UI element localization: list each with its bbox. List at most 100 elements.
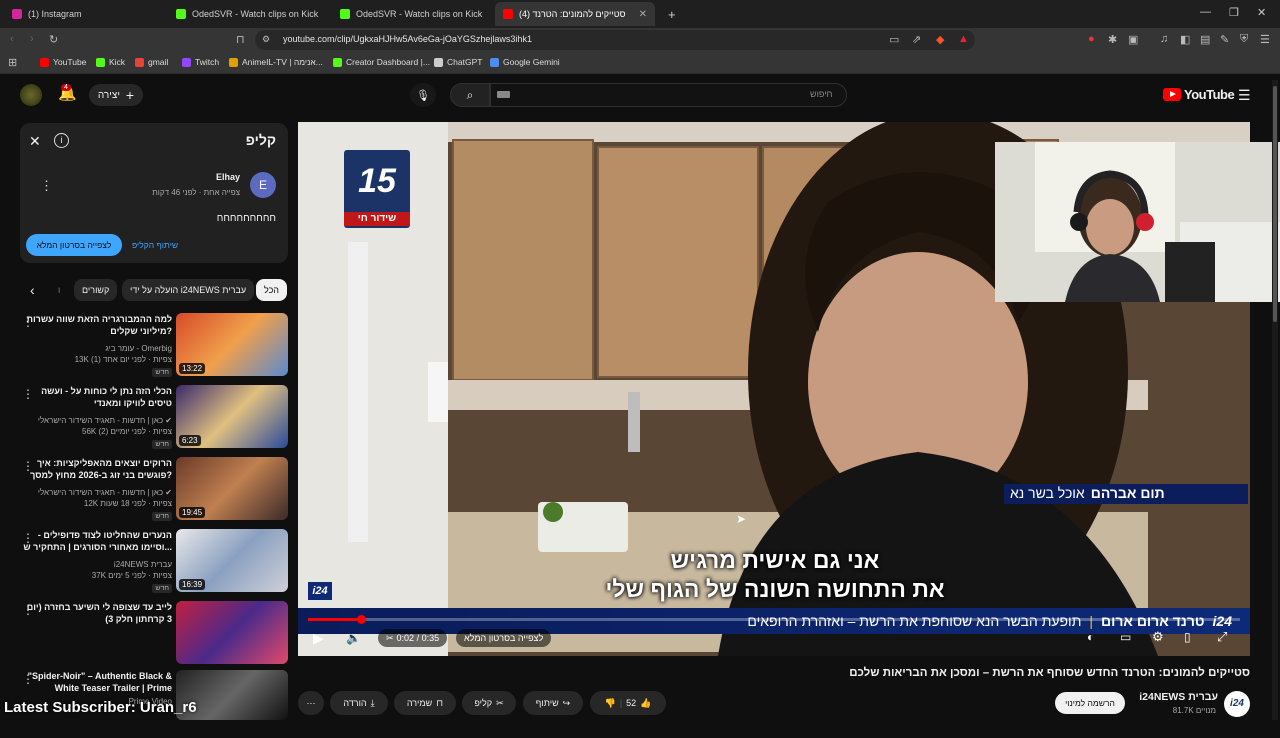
chip-related[interactable]: קשורים [74, 279, 118, 301]
search-input[interactable] [490, 83, 847, 107]
play-icon[interactable]: ▶ [313, 630, 324, 647]
bookmark-icon[interactable]: ⊓ [236, 33, 245, 46]
tab-kick-1[interactable]: OdedSVR - Watch clips on Kick [168, 2, 328, 26]
clip-author[interactable]: Elhay [160, 172, 240, 182]
minimize-icon[interactable]: — [1200, 6, 1211, 18]
bookmark-chatgpt[interactable]: ChatGPT [434, 57, 482, 67]
chip-all[interactable]: הכל [256, 279, 288, 301]
apps-grid-icon[interactable]: ⊞ [8, 56, 17, 69]
chip-label: הכל [264, 285, 280, 295]
list-item[interactable]: ⋮ 16:39 הנערים שהחליטו לצוד פדופילים - ו… [0, 529, 290, 597]
download-button[interactable]: הורדה ⤓ [330, 691, 388, 715]
tab-label: OdedSVR - Watch clips on Kick [356, 9, 483, 19]
bookmark-gmail[interactable]: gmail [135, 57, 168, 67]
avatar[interactable] [20, 84, 42, 106]
share-button[interactable]: שיתוף ↪ [523, 691, 583, 715]
video-channel[interactable]: כאן | חדשות - תאגיד השידור הישראלי ✔ [12, 487, 172, 498]
settings-gear-icon[interactable]: ⚙ [1152, 629, 1164, 645]
like-icon[interactable]: 👍 [640, 698, 651, 709]
tab-youtube-active[interactable]: סטייקים להמונים: הטרנד (4) ✕ [495, 2, 655, 26]
channel-name[interactable]: i24NEWS עברית [1110, 691, 1218, 703]
chips-scroll-left-icon[interactable]: ‹ [30, 282, 35, 298]
like-dislike-button[interactable]: 👎 | 52 👍 [590, 691, 666, 715]
list-item[interactable]: ⋮ לייב עד שצופה לי השיער בחזרה (יום 3 קר… [0, 601, 290, 669]
dislike-icon[interactable]: 👎 [605, 698, 616, 709]
wallet-icon[interactable]: ▤ [1200, 33, 1210, 46]
share-clip-link[interactable]: שיתוף הקליפ [132, 240, 192, 250]
bookmark-kick[interactable]: Kick [96, 57, 125, 67]
tab-instagram[interactable]: (1) Instagram [4, 2, 164, 26]
bookmark-animeil[interactable]: AnimeIL-TV | אנימה... [229, 57, 323, 67]
video-thumbnail[interactable]: 13:22 [176, 313, 288, 376]
vpn-icon[interactable]: ⛨ [1240, 33, 1248, 46]
forward-icon[interactable]: › [30, 33, 34, 45]
leo-icon[interactable]: ✎ [1220, 33, 1229, 46]
close-tab-icon[interactable]: ✕ [639, 9, 647, 20]
list-item[interactable]: ⋮ 6:23 הכלי הזה נתן לי כוחות על - ועשה ט… [0, 385, 290, 453]
autoplay-toggle-icon[interactable]: ◐ [1087, 630, 1094, 644]
create-button[interactable]: יצירה + [89, 84, 143, 106]
video-title[interactable]: לייב עד שצופה לי השיער בחזרה (יום 3 קרחת… [22, 601, 172, 625]
video-thumbnail[interactable] [176, 601, 288, 664]
site-info-icon[interactable]: ⚙ [262, 34, 270, 45]
hamburger-menu-icon[interactable]: ☰ [1238, 87, 1251, 104]
rewards-icon[interactable]: ▲ [958, 33, 969, 45]
screenshot-icon[interactable]: ▣ [1128, 33, 1138, 46]
new-tab-button[interactable]: + [660, 2, 684, 26]
bookmark-creator-dashboard[interactable]: Creator Dashboard |... [333, 57, 430, 67]
brave-shield-icon[interactable]: ◆ [936, 33, 944, 46]
save-button[interactable]: שמירה ⊓ [394, 691, 456, 715]
video-title[interactable]: הכלי הזה נתן לי כוחות על - ועשה טיסים לו… [22, 385, 172, 409]
cast-icon[interactable]: ▭ [889, 33, 899, 46]
close-window-icon[interactable]: ✕ [1257, 6, 1266, 19]
list-item[interactable]: ⋮ 13:22 למה ההמבורגריה הזאת שווה עשרות מ… [0, 313, 290, 381]
more-actions-button[interactable]: ⋯ [298, 691, 324, 715]
video-thumbnail[interactable]: 6:23 [176, 385, 288, 448]
maximize-icon[interactable]: ❐ [1229, 6, 1239, 19]
watch-full-video-link[interactable]: לצפייה בסרטון המלא [456, 629, 552, 647]
name-tag-text: תום אברהם אוכל בשר נא [1010, 485, 1250, 503]
menu-icon[interactable]: ☰ [1260, 33, 1270, 46]
scrollbar-thumb[interactable] [1273, 86, 1277, 322]
search-button[interactable]: ⌕ [450, 83, 490, 107]
fullscreen-icon[interactable]: ⤢ [1217, 629, 1227, 645]
chip-more[interactable]: ו [50, 279, 68, 301]
video-thumbnail[interactable]: 16:39 [176, 529, 288, 592]
bookmark-twitch[interactable]: Twitch [182, 57, 219, 67]
tab-kick-2[interactable]: OdedSVR - Watch clips on Kick [332, 2, 492, 26]
bookmark-youtube[interactable]: YouTube [40, 57, 86, 67]
channel-avatar[interactable]: i24 [1224, 691, 1250, 717]
watch-full-video-button[interactable]: לצפייה בסרטון המלא [26, 234, 122, 256]
theater-mode-icon[interactable]: ▯ [1184, 630, 1191, 644]
author-avatar[interactable]: E [250, 172, 276, 198]
video-channel[interactable]: כאן | חדשות - תאגיד השידור הישראלי ✔ [12, 415, 172, 426]
reload-icon[interactable]: ↻ [49, 33, 58, 46]
list-item[interactable]: ⋮ 19:45 הרוקים יוצאים מהאפליקציות: איך פ… [0, 457, 290, 525]
video-title[interactable]: הרוקים יוצאים מהאפליקציות: איך פוגשים בנ… [22, 457, 172, 481]
subtitles-icon[interactable]: ▭ [1120, 630, 1131, 644]
progress-bar[interactable] [308, 618, 1240, 621]
volume-icon[interactable]: 🔈 [346, 631, 361, 645]
chip-uploaded-by[interactable]: הועלה על ידי i24NEWS עברית [122, 279, 255, 301]
video-title[interactable]: למה ההמבורגריה הזאת שווה עשרות מיליוני ש… [22, 313, 172, 337]
share-icon[interactable]: ⇗ [912, 33, 921, 46]
clip-button[interactable]: קליפ ✂ [462, 691, 516, 715]
info-icon[interactable]: i [54, 133, 69, 148]
video-channel[interactable]: i24NEWS עברית [12, 559, 172, 570]
extensions-icon[interactable]: ✱ [1108, 33, 1117, 46]
voice-search-icon[interactable]: 🎙 [410, 83, 436, 107]
video-channel[interactable]: עומר ביג - Omerbig [12, 343, 172, 354]
video-title[interactable]: הנערים שהחליטו לצוד פדופילים - וסיימו מא… [22, 529, 172, 553]
back-icon[interactable]: ‹ [10, 33, 14, 45]
subscribe-button[interactable]: הרשמה למינוי [1055, 692, 1125, 714]
keyboard-icon[interactable] [497, 91, 510, 98]
sidebar-icon[interactable]: ◧ [1180, 33, 1190, 46]
close-icon[interactable]: ✕ [29, 133, 41, 150]
video-thumbnail[interactable]: 19:45 [176, 457, 288, 520]
bookmark-gemini[interactable]: Google Gemini [490, 57, 560, 67]
video-title[interactable]: "Spider-Noir" – Authentic Black & White … [22, 670, 172, 694]
music-icon[interactable]: ♫ [1160, 33, 1168, 45]
more-options-icon[interactable]: ⋮ [40, 178, 53, 194]
extension-icon[interactable]: ● [1088, 33, 1095, 45]
youtube-logo[interactable]: YouTube [1163, 87, 1235, 102]
